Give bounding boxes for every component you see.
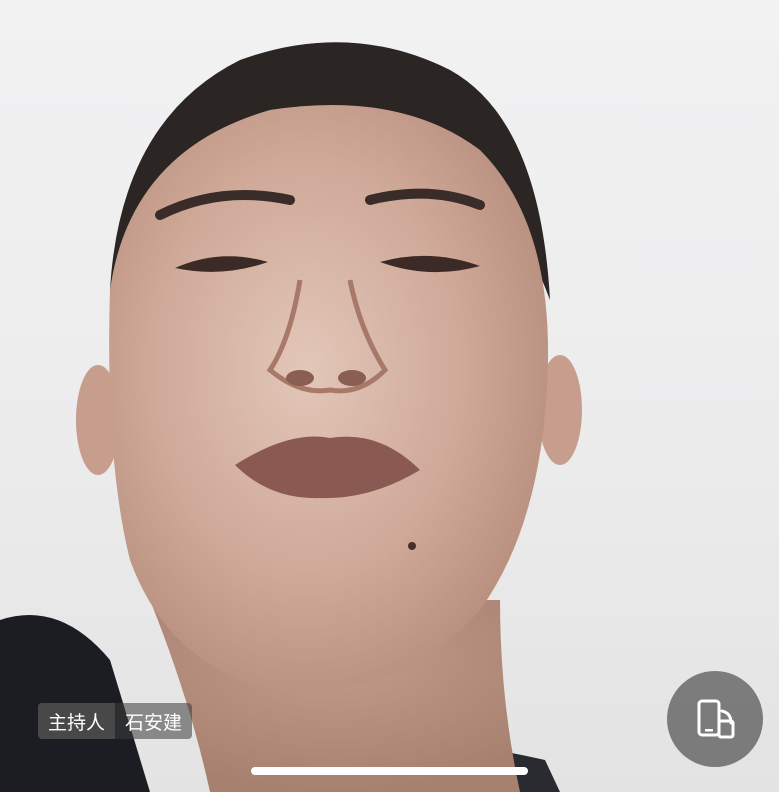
switch-view-button[interactable]	[667, 671, 763, 767]
video-feed	[0, 0, 779, 792]
participant-name: 石安建	[125, 711, 183, 734]
participant-name-label: 主持人 石安建	[38, 703, 193, 739]
home-indicator[interactable]	[251, 767, 528, 775]
video-frame-person	[0, 42, 582, 792]
face-shape	[109, 105, 549, 691]
phone-switch-icon	[697, 699, 735, 739]
host-role-tag: 主持人	[38, 703, 116, 739]
